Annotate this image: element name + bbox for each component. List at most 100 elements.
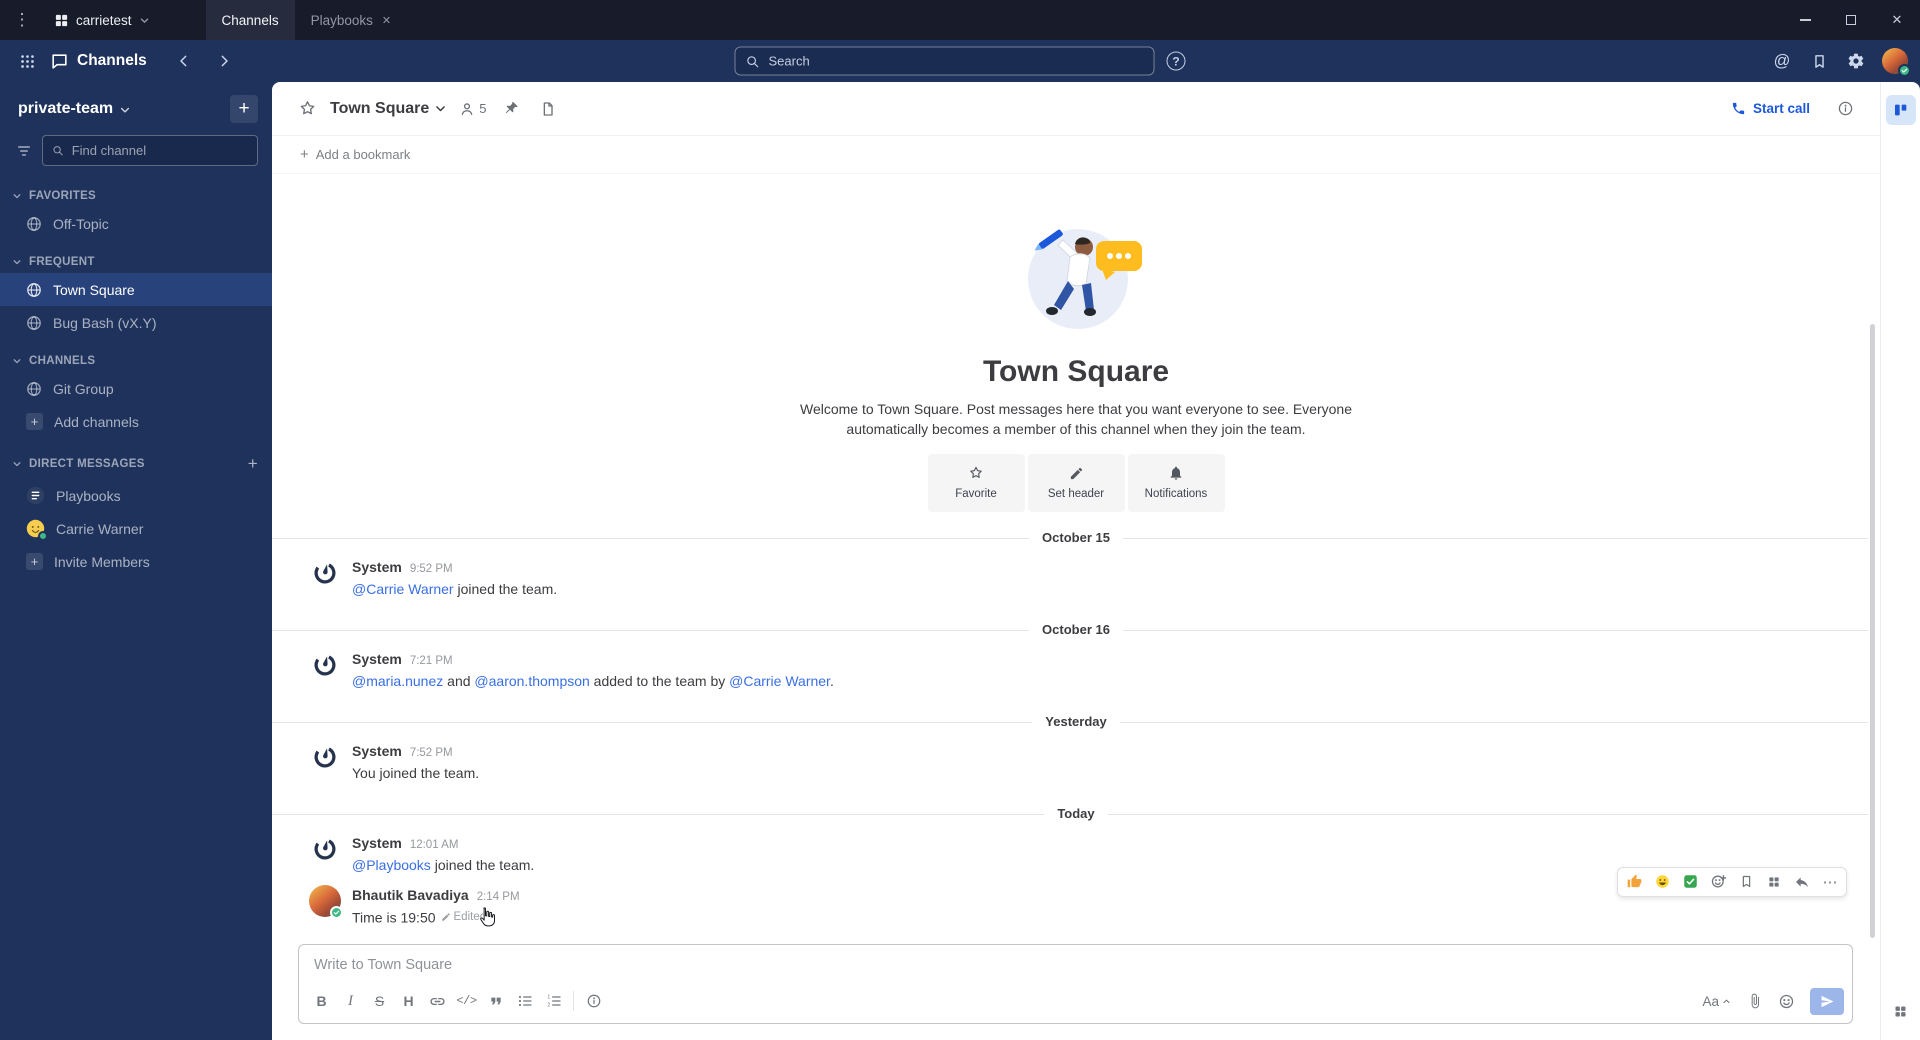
- find-channel-input[interactable]: [71, 143, 248, 158]
- formatting-help-icon[interactable]: [579, 987, 608, 1015]
- section-header[interactable]: FAVORITES: [0, 185, 272, 207]
- app-bar-grid-icon[interactable]: [1886, 996, 1916, 1026]
- reaction-thumbs-up-icon[interactable]: [1621, 870, 1647, 894]
- user-avatar[interactable]: [1882, 48, 1911, 77]
- sidebar-item-carrie-warner[interactable]: Carrie Warner: [0, 512, 272, 545]
- globe-icon: [26, 216, 42, 232]
- app-bar-active-app-icon[interactable]: [1885, 95, 1916, 125]
- back-button[interactable]: [169, 46, 199, 76]
- section-header[interactable]: FREQUENT: [0, 251, 272, 273]
- attach-file-button[interactable]: [1740, 987, 1769, 1015]
- section-header[interactable]: CHANNELS: [0, 350, 272, 372]
- team-header[interactable]: private-team +: [0, 82, 272, 132]
- window-titlebar: ⋮ carrietest Channels Playbooks ✕ ✕: [0, 0, 1920, 40]
- channel-name-menu[interactable]: Town Square: [330, 100, 447, 118]
- sidebar-item-add-channels[interactable]: + Add channels: [0, 405, 272, 438]
- svg-text:1: 1: [547, 995, 550, 1001]
- pinned-posts-button[interactable]: [497, 94, 527, 124]
- sidebar-item-off-topic[interactable]: Off-Topic: [0, 207, 272, 240]
- emoji-picker-button[interactable]: [1772, 987, 1801, 1015]
- tab-playbooks[interactable]: Playbooks ✕: [295, 0, 408, 40]
- quote-button[interactable]: [481, 987, 510, 1015]
- reaction-smile-icon[interactable]: [1649, 870, 1675, 894]
- section-header[interactable]: DIRECT MESSAGES +: [0, 449, 272, 479]
- send-button[interactable]: [1810, 987, 1844, 1015]
- sidebar-item-town-square[interactable]: Town Square: [0, 273, 272, 306]
- channel-files-button[interactable]: [533, 94, 563, 124]
- post-system-1[interactable]: System 9:52 PM @Carrie Warner joined the …: [272, 552, 1880, 604]
- help-icon[interactable]: ?: [1166, 51, 1186, 71]
- minimize-button[interactable]: [1782, 0, 1828, 40]
- sidebar-item-git-group[interactable]: Git Group: [0, 372, 272, 405]
- app-menu-icon[interactable]: ⋮: [0, 10, 44, 30]
- more-actions-icon[interactable]: ⋯: [1817, 870, 1843, 894]
- plus-icon: +: [26, 413, 43, 430]
- date-label: October 15: [1029, 528, 1123, 547]
- post-author[interactable]: System: [352, 833, 402, 853]
- italic-button[interactable]: I: [336, 987, 365, 1015]
- carrie-avatar: [26, 519, 48, 541]
- server-selector-button[interactable]: carrietest: [44, 8, 160, 33]
- strikethrough-button[interactable]: S: [365, 987, 394, 1015]
- code-button[interactable]: </>: [452, 987, 481, 1015]
- mention-link[interactable]: @maria.nunez: [352, 673, 443, 689]
- sidebar-item-bug-bash[interactable]: Bug Bash (vX.Y): [0, 306, 272, 339]
- bulleted-list-button[interactable]: [510, 987, 539, 1015]
- mention-link[interactable]: @Carrie Warner: [729, 673, 830, 689]
- favorite-action-button[interactable]: Favorite: [927, 453, 1025, 512]
- favorite-star-icon[interactable]: [292, 94, 322, 124]
- numbered-list-button[interactable]: 12: [539, 987, 568, 1015]
- add-direct-message-icon[interactable]: +: [248, 454, 258, 474]
- tab-channels[interactable]: Channels: [205, 0, 295, 40]
- sidebar-item-playbooks-dm[interactable]: Playbooks: [0, 479, 272, 512]
- link-button[interactable]: [423, 987, 452, 1015]
- reply-icon[interactable]: [1789, 870, 1815, 894]
- channel-info-icon[interactable]: [1830, 94, 1860, 124]
- user-avatar[interactable]: [309, 884, 343, 919]
- sidebar-item-invite-members[interactable]: + Invite Members: [0, 545, 272, 578]
- filter-icon[interactable]: [16, 143, 32, 159]
- post-bhautik[interactable]: Bhautik Bavadiya 2:14 PM Time is 19:50 Edi…: [272, 866, 1880, 933]
- product-switcher-icon[interactable]: [12, 46, 42, 76]
- chevron-down-icon: [13, 462, 21, 467]
- message-input[interactable]: Write to Town Square: [299, 945, 1852, 985]
- close-tab-icon[interactable]: ✕: [382, 14, 391, 27]
- post-author[interactable]: System: [352, 649, 402, 669]
- chevron-down-icon: [121, 107, 130, 113]
- mentions-icon[interactable]: @: [1767, 46, 1797, 76]
- channel-members-button[interactable]: 5: [459, 101, 487, 117]
- start-call-button[interactable]: Start call: [1721, 96, 1820, 121]
- post-system-2[interactable]: System 7:21 PM @maria.nunez and @aaron.th…: [272, 644, 1880, 696]
- tab-label: Playbooks: [310, 12, 373, 28]
- post-author[interactable]: Bhautik Bavadiya: [352, 885, 469, 905]
- post-author[interactable]: System: [352, 557, 402, 577]
- scrollbar-thumb[interactable]: [1870, 324, 1875, 938]
- save-post-icon[interactable]: [1733, 870, 1759, 894]
- channel-label: Git Group: [53, 380, 114, 397]
- formatting-toggle-button[interactable]: Aa: [1696, 987, 1737, 1015]
- mention-link[interactable]: @Playbooks: [352, 857, 431, 873]
- saved-posts-icon[interactable]: [1804, 46, 1834, 76]
- notifications-action-button[interactable]: Notifications: [1127, 453, 1225, 512]
- set-header-action-button[interactable]: Set header: [1027, 453, 1125, 512]
- add-bookmark-button[interactable]: + Add a bookmark: [292, 142, 418, 167]
- maximize-button[interactable]: [1828, 0, 1874, 40]
- heading-button[interactable]: H: [394, 987, 423, 1015]
- chevron-down-icon: [13, 194, 21, 199]
- actions-grid-icon[interactable]: [1761, 870, 1787, 894]
- post-system-3[interactable]: System 7:52 PM You joined the team.: [272, 736, 1880, 788]
- bold-button[interactable]: B: [307, 987, 336, 1015]
- search-placeholder: Search: [768, 53, 810, 69]
- close-window-button[interactable]: ✕: [1874, 0, 1920, 40]
- add-channel-button[interactable]: +: [230, 95, 258, 123]
- add-reaction-icon[interactable]: [1705, 870, 1731, 894]
- reaction-check-icon[interactable]: [1677, 870, 1703, 894]
- post-timestamp: 2:14 PM: [476, 890, 520, 903]
- post-author[interactable]: System: [352, 741, 402, 761]
- mention-link[interactable]: @Carrie Warner: [352, 581, 454, 597]
- forward-button[interactable]: [209, 46, 239, 76]
- search-input[interactable]: Search: [734, 46, 1155, 76]
- message-list[interactable]: Town Square Welcome to Town Square. Post…: [272, 174, 1880, 942]
- settings-gear-icon[interactable]: [1841, 46, 1871, 76]
- mention-link[interactable]: @aaron.thompson: [474, 673, 589, 689]
